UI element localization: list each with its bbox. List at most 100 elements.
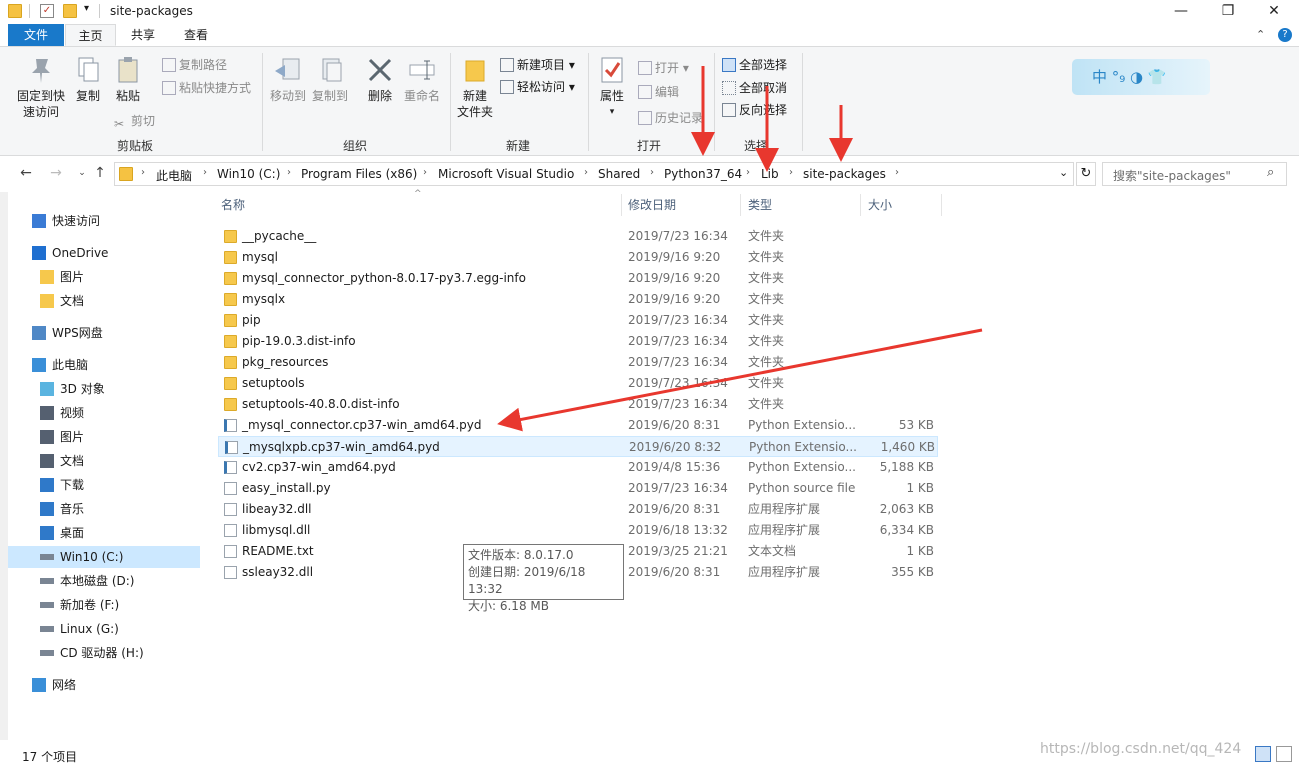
breadcrumb-python[interactable]: Python37_64: [664, 167, 742, 181]
tab-home[interactable]: 主页: [65, 24, 116, 46]
file-row[interactable]: mysql 2019/9/16 9:20 文件夹: [218, 247, 938, 268]
breadcrumb-shared[interactable]: Shared: [598, 167, 640, 181]
new-folder-icon[interactable]: [63, 4, 77, 18]
select-all-button[interactable]: 全部选择: [722, 57, 787, 73]
copy-to-button[interactable]: 复制到: [310, 55, 350, 104]
column-header-name[interactable]: 名称: [221, 196, 245, 213]
forward-arrow-icon[interactable]: →: [48, 165, 64, 181]
file-row[interactable]: pip 2019/7/23 16:34 文件夹: [218, 310, 938, 331]
sidebar-item[interactable]: Win10 (C:): [8, 546, 200, 568]
properties-button[interactable]: 属性 ▾: [594, 55, 630, 120]
divider[interactable]: [860, 194, 861, 216]
rename-button[interactable]: 重命名: [402, 55, 442, 104]
delete-button[interactable]: 删除: [362, 55, 398, 104]
up-arrow-icon[interactable]: ↑: [92, 165, 108, 181]
chevron-right-icon[interactable]: ›: [650, 167, 654, 178]
back-arrow-icon[interactable]: ←: [18, 165, 34, 181]
details-view-icon[interactable]: [1255, 746, 1271, 762]
collapse-ribbon-icon[interactable]: ⌃: [1256, 28, 1265, 41]
sidebar-item[interactable]: CD 驱动器 (H:): [0, 642, 202, 664]
chevron-right-icon[interactable]: ›: [203, 167, 207, 178]
file-row[interactable]: setuptools-40.8.0.dist-info 2019/7/23 16:…: [218, 394, 938, 415]
breadcrumb-this-pc[interactable]: 此电脑: [156, 167, 192, 184]
breadcrumb-lib[interactable]: Lib: [761, 167, 779, 181]
divider[interactable]: [740, 194, 741, 216]
address-dropdown-icon[interactable]: ⌄: [1059, 166, 1068, 179]
refresh-icon[interactable]: ↻: [1076, 162, 1096, 186]
file-row[interactable]: mysql_connector_python-8.0.17-py3.7.egg-…: [218, 268, 938, 289]
recent-dropdown-icon[interactable]: ⌄: [74, 165, 90, 181]
divider[interactable]: [941, 194, 942, 216]
paste-button[interactable]: 粘贴: [110, 55, 146, 104]
sidebar-item[interactable]: 下载: [0, 474, 202, 496]
tab-file[interactable]: 文件: [8, 24, 64, 46]
sidebar-item[interactable]: OneDrive: [0, 242, 202, 264]
easy-access-button[interactable]: 轻松访问 ▾: [500, 79, 575, 95]
new-folder-button[interactable]: 新建 文件夹: [454, 55, 496, 120]
sidebar-item[interactable]: 本地磁盘 (D:): [0, 570, 202, 592]
help-icon[interactable]: ?: [1278, 28, 1292, 42]
file-row[interactable]: libmysql.dll 2019/6/18 13:32 应用程序扩展 6,334 K…: [218, 520, 938, 541]
address-bar[interactable]: › 此电脑 › Win10 (C:) › Program Files (x86)…: [114, 162, 1074, 186]
new-item-button[interactable]: 新建项目 ▾: [500, 57, 575, 73]
sidebar-item[interactable]: 3D 对象: [0, 378, 202, 400]
breadcrumb-site-packages[interactable]: site-packages: [803, 167, 886, 181]
sidebar-item[interactable]: 文档: [0, 450, 202, 472]
column-header-type[interactable]: 类型: [748, 196, 772, 213]
sidebar-item[interactable]: 桌面: [0, 522, 202, 544]
column-header-date[interactable]: 修改日期: [628, 196, 676, 213]
search-icon[interactable]: ⌕: [1267, 165, 1274, 180]
file-row[interactable]: easy_install.py 2019/7/23 16:34 Python sou…: [218, 478, 938, 499]
sidebar-item[interactable]: 视频: [0, 402, 202, 424]
file-row[interactable]: _mysql_connector.cp37-win_amd64.pyd 2019/…: [218, 415, 938, 436]
column-header-size[interactable]: 大小: [868, 196, 892, 213]
file-row[interactable]: __pycache__ 2019/7/23 16:34 文件夹: [218, 226, 938, 247]
file-row[interactable]: pip-19.0.3.dist-info 2019/7/23 16:34 文件夹: [218, 331, 938, 352]
file-row[interactable]: _mysqlxpb.cp37-win_amd64.pyd 2019/6/20 8:…: [218, 436, 938, 457]
chevron-right-icon[interactable]: ›: [141, 167, 145, 178]
sidebar-item[interactable]: 快速访问: [0, 210, 202, 232]
close-button[interactable]: ✕: [1251, 0, 1297, 24]
sidebar-item[interactable]: 文档: [0, 290, 202, 312]
chevron-right-icon[interactable]: ›: [287, 167, 291, 178]
sidebar-item[interactable]: 图片: [0, 266, 202, 288]
breadcrumb-program-files[interactable]: Program Files (x86): [301, 167, 417, 181]
minimize-button[interactable]: —: [1158, 0, 1204, 24]
cut-button[interactable]: ✂ 剪切: [114, 113, 155, 131]
file-row[interactable]: setuptools 2019/7/23 16:34 文件夹: [218, 373, 938, 394]
open-button[interactable]: 打开 ▾: [638, 60, 689, 76]
chevron-right-icon[interactable]: ›: [423, 167, 427, 178]
tab-share[interactable]: 共享: [118, 24, 168, 46]
sidebar-item[interactable]: 图片: [0, 426, 202, 448]
breadcrumb-visual-studio[interactable]: Microsoft Visual Studio: [438, 167, 574, 181]
sidebar-item[interactable]: 音乐: [0, 498, 202, 520]
sidebar-item[interactable]: 此电脑: [0, 354, 202, 376]
sidebar-item[interactable]: 新加卷 (F:): [0, 594, 202, 616]
sidebar-item[interactable]: 网络: [0, 674, 202, 696]
history-button[interactable]: 历史记录: [638, 110, 703, 126]
chevron-right-icon[interactable]: ›: [789, 167, 793, 178]
select-none-button[interactable]: 全部取消: [722, 80, 787, 96]
file-row[interactable]: pkg_resources 2019/7/23 16:34 文件夹: [218, 352, 938, 373]
properties-dropdown-icon[interactable]: ▾: [594, 104, 630, 120]
file-row[interactable]: mysqlx 2019/9/16 9:20 文件夹: [218, 289, 938, 310]
pin-quick-access-button[interactable]: 固定到快 速访问: [14, 55, 68, 120]
file-row[interactable]: libeay32.dll 2019/6/20 8:31 应用程序扩展 2,063 KB: [218, 499, 938, 520]
copy-path-button[interactable]: 复制路径: [162, 57, 227, 73]
tab-view[interactable]: 查看: [170, 24, 222, 46]
sidebar-item[interactable]: WPS网盘: [0, 322, 202, 344]
quick-access-dropdown-icon[interactable]: ▾: [84, 3, 89, 14]
sidebar-item[interactable]: Linux (G:): [0, 618, 202, 640]
search-box[interactable]: 搜索"site-packages" ⌕: [1102, 162, 1287, 186]
large-icons-view-icon[interactable]: [1276, 746, 1292, 762]
edit-button[interactable]: 编辑: [638, 84, 679, 100]
invert-selection-button[interactable]: 反向选择: [722, 102, 787, 118]
chevron-right-icon[interactable]: ›: [584, 167, 588, 178]
paste-shortcut-button[interactable]: 粘贴快捷方式: [162, 80, 251, 96]
divider[interactable]: [621, 194, 622, 216]
properties-check-icon[interactable]: ✓: [40, 4, 54, 18]
breadcrumb-drive[interactable]: Win10 (C:): [217, 167, 280, 181]
file-row[interactable]: cv2.cp37-win_amd64.pyd 2019/4/8 15:36 Pyth…: [218, 457, 938, 478]
chevron-right-icon[interactable]: ›: [895, 167, 899, 178]
chevron-right-icon[interactable]: ›: [746, 167, 750, 178]
